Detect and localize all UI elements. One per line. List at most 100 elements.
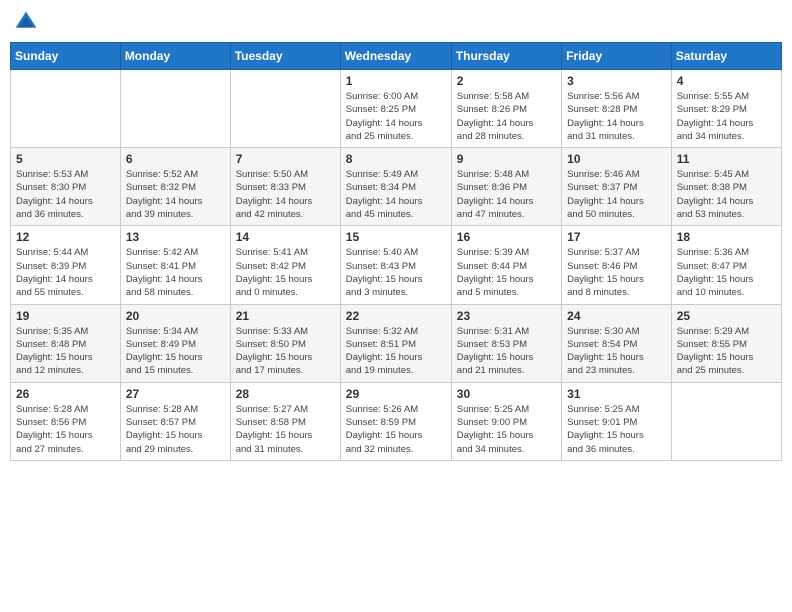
day-number: 12 bbox=[16, 230, 115, 244]
calendar-week-row: 1 Sunrise: 6:00 AM Sunset: 8:25 PM Daylig… bbox=[11, 70, 782, 148]
calendar-cell: 18 Sunrise: 5:36 AM Sunset: 8:47 PM Dayli… bbox=[671, 226, 781, 304]
day-info: Sunrise: 5:32 AM Sunset: 8:51 PM Dayligh… bbox=[346, 325, 446, 378]
calendar-cell: 7Sunrise: 5:50 AM Sunset: 8:33 PM Daylig… bbox=[230, 148, 340, 226]
day-info: Sunrise: 5:27 AM Sunset: 8:58 PM Dayligh… bbox=[236, 403, 335, 456]
day-number: 24 bbox=[567, 309, 666, 323]
calendar-week-row: 19 Sunrise: 5:35 AM Sunset: 8:48 PM Dayli… bbox=[11, 304, 782, 382]
day-of-week-header: Tuesday bbox=[230, 43, 340, 70]
page-header bbox=[10, 10, 782, 34]
calendar-cell bbox=[11, 70, 121, 148]
day-info: Sunrise: 5:52 AM Sunset: 8:32 PM Dayligh… bbox=[126, 168, 225, 221]
calendar-cell: 6 Sunrise: 5:52 AM Sunset: 8:32 PM Daylig… bbox=[120, 148, 230, 226]
day-of-week-header: Monday bbox=[120, 43, 230, 70]
day-number: 29 bbox=[346, 387, 446, 401]
day-number: 3 bbox=[567, 74, 666, 88]
day-info: Sunrise: 5:30 AM Sunset: 8:54 PM Dayligh… bbox=[567, 325, 666, 378]
calendar-cell bbox=[120, 70, 230, 148]
day-number: 15 bbox=[346, 230, 446, 244]
day-number: 11 bbox=[677, 152, 776, 166]
day-info: Sunrise: 5:48 AM Sunset: 8:36 PM Dayligh… bbox=[457, 168, 556, 221]
day-info: Sunrise: 5:42 AM Sunset: 8:41 PM Dayligh… bbox=[126, 246, 225, 299]
day-info: Sunrise: 5:29 AM Sunset: 8:55 PM Dayligh… bbox=[677, 325, 776, 378]
calendar-cell: 5Sunrise: 5:53 AM Sunset: 8:30 PM Daylig… bbox=[11, 148, 121, 226]
day-info: Sunrise: 5:28 AM Sunset: 8:57 PM Dayligh… bbox=[126, 403, 225, 456]
calendar-cell: 11 Sunrise: 5:45 AM Sunset: 8:38 PM Dayli… bbox=[671, 148, 781, 226]
day-number: 10 bbox=[567, 152, 666, 166]
calendar-cell: 24 Sunrise: 5:30 AM Sunset: 8:54 PM Dayli… bbox=[562, 304, 672, 382]
day-number: 2 bbox=[457, 74, 556, 88]
day-info: Sunrise: 6:00 AM Sunset: 8:25 PM Dayligh… bbox=[346, 90, 446, 143]
day-number: 19 bbox=[16, 309, 115, 323]
calendar-cell: 29Sunrise: 5:26 AM Sunset: 8:59 PM Dayli… bbox=[340, 382, 451, 460]
day-number: 4 bbox=[677, 74, 776, 88]
day-info: Sunrise: 5:37 AM Sunset: 8:46 PM Dayligh… bbox=[567, 246, 666, 299]
calendar-cell: 31Sunrise: 5:25 AM Sunset: 9:01 PM Dayli… bbox=[562, 382, 672, 460]
day-number: 26 bbox=[16, 387, 115, 401]
calendar-cell bbox=[671, 382, 781, 460]
day-number: 21 bbox=[236, 309, 335, 323]
day-info: Sunrise: 5:34 AM Sunset: 8:49 PM Dayligh… bbox=[126, 325, 225, 378]
day-number: 23 bbox=[457, 309, 556, 323]
day-of-week-header: Wednesday bbox=[340, 43, 451, 70]
day-info: Sunrise: 5:49 AM Sunset: 8:34 PM Dayligh… bbox=[346, 168, 446, 221]
calendar-cell: 28 Sunrise: 5:27 AM Sunset: 8:58 PM Dayli… bbox=[230, 382, 340, 460]
calendar-cell: 8 Sunrise: 5:49 AM Sunset: 8:34 PM Daylig… bbox=[340, 148, 451, 226]
day-number: 13 bbox=[126, 230, 225, 244]
day-of-week-header: Sunday bbox=[11, 43, 121, 70]
day-of-week-header: Saturday bbox=[671, 43, 781, 70]
calendar-header-row: SundayMondayTuesdayWednesdayThursdayFrid… bbox=[11, 43, 782, 70]
day-info: Sunrise: 5:58 AM Sunset: 8:26 PM Dayligh… bbox=[457, 90, 556, 143]
day-number: 6 bbox=[126, 152, 225, 166]
day-number: 22 bbox=[346, 309, 446, 323]
logo-icon bbox=[14, 10, 38, 34]
day-number: 20 bbox=[126, 309, 225, 323]
day-info: Sunrise: 5:35 AM Sunset: 8:48 PM Dayligh… bbox=[16, 325, 115, 378]
calendar-cell: 19 Sunrise: 5:35 AM Sunset: 8:48 PM Dayli… bbox=[11, 304, 121, 382]
day-number: 14 bbox=[236, 230, 335, 244]
day-of-week-header: Thursday bbox=[451, 43, 561, 70]
calendar-cell: 30Sunrise: 5:25 AM Sunset: 9:00 PM Dayli… bbox=[451, 382, 561, 460]
calendar-table: SundayMondayTuesdayWednesdayThursdayFrid… bbox=[10, 42, 782, 461]
calendar-cell: 26 Sunrise: 5:28 AM Sunset: 8:56 PM Dayli… bbox=[11, 382, 121, 460]
day-number: 25 bbox=[677, 309, 776, 323]
calendar-cell: 9 Sunrise: 5:48 AM Sunset: 8:36 PM Daylig… bbox=[451, 148, 561, 226]
calendar-cell: 22 Sunrise: 5:32 AM Sunset: 8:51 PM Dayli… bbox=[340, 304, 451, 382]
calendar-cell: 13 Sunrise: 5:42 AM Sunset: 8:41 PM Dayli… bbox=[120, 226, 230, 304]
day-of-week-header: Friday bbox=[562, 43, 672, 70]
day-number: 18 bbox=[677, 230, 776, 244]
calendar-cell: 1 Sunrise: 6:00 AM Sunset: 8:25 PM Daylig… bbox=[340, 70, 451, 148]
calendar-cell: 21 Sunrise: 5:33 AM Sunset: 8:50 PM Dayli… bbox=[230, 304, 340, 382]
calendar-cell: 2 Sunrise: 5:58 AM Sunset: 8:26 PM Daylig… bbox=[451, 70, 561, 148]
day-info: Sunrise: 5:44 AM Sunset: 8:39 PM Dayligh… bbox=[16, 246, 115, 299]
calendar-cell: 14 Sunrise: 5:41 AM Sunset: 8:42 PM Dayli… bbox=[230, 226, 340, 304]
day-info: Sunrise: 5:40 AM Sunset: 8:43 PM Dayligh… bbox=[346, 246, 446, 299]
calendar-cell: 4 Sunrise: 5:55 AM Sunset: 8:29 PM Daylig… bbox=[671, 70, 781, 148]
day-info: Sunrise: 5:45 AM Sunset: 8:38 PM Dayligh… bbox=[677, 168, 776, 221]
calendar-cell: 25 Sunrise: 5:29 AM Sunset: 8:55 PM Dayli… bbox=[671, 304, 781, 382]
day-info: Sunrise: 5:28 AM Sunset: 8:56 PM Dayligh… bbox=[16, 403, 115, 456]
day-number: 27 bbox=[126, 387, 225, 401]
calendar-cell: 12 Sunrise: 5:44 AM Sunset: 8:39 PM Dayli… bbox=[11, 226, 121, 304]
calendar-cell: 17Sunrise: 5:37 AM Sunset: 8:46 PM Dayli… bbox=[562, 226, 672, 304]
calendar-week-row: 5Sunrise: 5:53 AM Sunset: 8:30 PM Daylig… bbox=[11, 148, 782, 226]
day-number: 1 bbox=[346, 74, 446, 88]
calendar-cell: 10 Sunrise: 5:46 AM Sunset: 8:37 PM Dayli… bbox=[562, 148, 672, 226]
calendar-cell: 16Sunrise: 5:39 AM Sunset: 8:44 PM Dayli… bbox=[451, 226, 561, 304]
calendar-cell: 15 Sunrise: 5:40 AM Sunset: 8:43 PM Dayli… bbox=[340, 226, 451, 304]
day-number: 8 bbox=[346, 152, 446, 166]
day-info: Sunrise: 5:36 AM Sunset: 8:47 PM Dayligh… bbox=[677, 246, 776, 299]
day-info: Sunrise: 5:55 AM Sunset: 8:29 PM Dayligh… bbox=[677, 90, 776, 143]
day-number: 9 bbox=[457, 152, 556, 166]
day-info: Sunrise: 5:46 AM Sunset: 8:37 PM Dayligh… bbox=[567, 168, 666, 221]
calendar-cell: 27 Sunrise: 5:28 AM Sunset: 8:57 PM Dayli… bbox=[120, 382, 230, 460]
calendar-week-row: 12 Sunrise: 5:44 AM Sunset: 8:39 PM Dayli… bbox=[11, 226, 782, 304]
day-info: Sunrise: 5:25 AM Sunset: 9:01 PM Dayligh… bbox=[567, 403, 666, 456]
day-info: Sunrise: 5:33 AM Sunset: 8:50 PM Dayligh… bbox=[236, 325, 335, 378]
day-number: 28 bbox=[236, 387, 335, 401]
calendar-cell: 20 Sunrise: 5:34 AM Sunset: 8:49 PM Dayli… bbox=[120, 304, 230, 382]
calendar-cell: 3 Sunrise: 5:56 AM Sunset: 8:28 PM Daylig… bbox=[562, 70, 672, 148]
day-info: Sunrise: 5:56 AM Sunset: 8:28 PM Dayligh… bbox=[567, 90, 666, 143]
day-info: Sunrise: 5:39 AM Sunset: 8:44 PM Dayligh… bbox=[457, 246, 556, 299]
day-info: Sunrise: 5:25 AM Sunset: 9:00 PM Dayligh… bbox=[457, 403, 556, 456]
day-info: Sunrise: 5:41 AM Sunset: 8:42 PM Dayligh… bbox=[236, 246, 335, 299]
